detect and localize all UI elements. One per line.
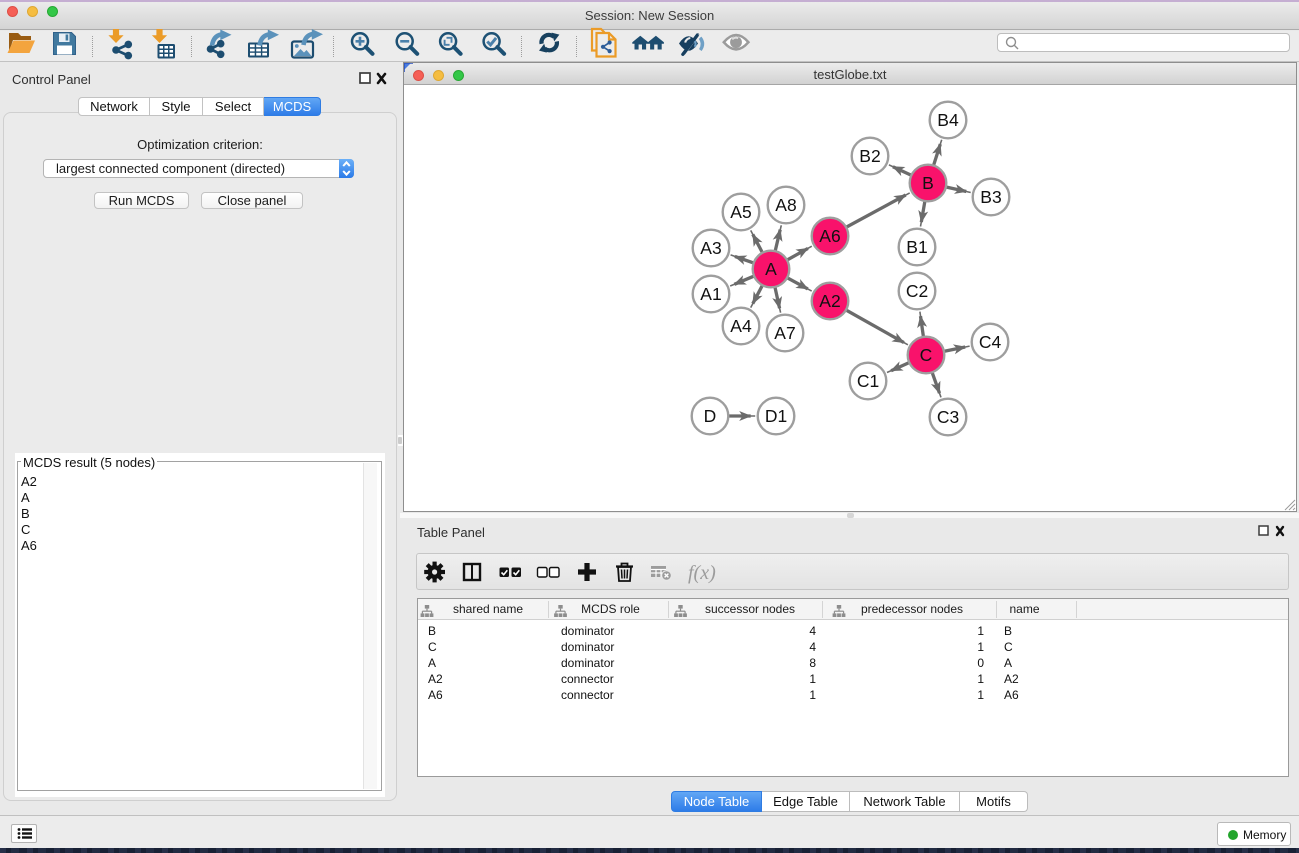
svg-text:C3: C3 — [937, 407, 959, 427]
svg-text:C1: C1 — [857, 371, 879, 391]
svg-text:A7: A7 — [774, 323, 795, 343]
svg-text:A6: A6 — [819, 226, 840, 246]
svg-text:C: C — [920, 345, 933, 365]
svg-text:f(x): f(x) — [688, 562, 716, 584]
svg-text:B1: B1 — [906, 237, 927, 257]
svg-text:C2: C2 — [906, 281, 928, 301]
svg-text:D: D — [704, 406, 717, 426]
svg-text:C4: C4 — [979, 332, 1002, 352]
svg-text:B: B — [922, 173, 934, 193]
svg-text:A1: A1 — [700, 284, 721, 304]
svg-text:D1: D1 — [765, 406, 787, 426]
svg-text:A: A — [765, 259, 777, 279]
svg-text:B4: B4 — [937, 110, 959, 130]
svg-text:A2: A2 — [819, 291, 840, 311]
svg-text:A5: A5 — [730, 202, 751, 222]
svg-text:A4: A4 — [730, 316, 752, 336]
svg-text:A3: A3 — [700, 238, 721, 258]
svg-text:A8: A8 — [775, 195, 796, 215]
svg-text:B2: B2 — [859, 146, 880, 166]
svg-text:B3: B3 — [980, 187, 1001, 207]
